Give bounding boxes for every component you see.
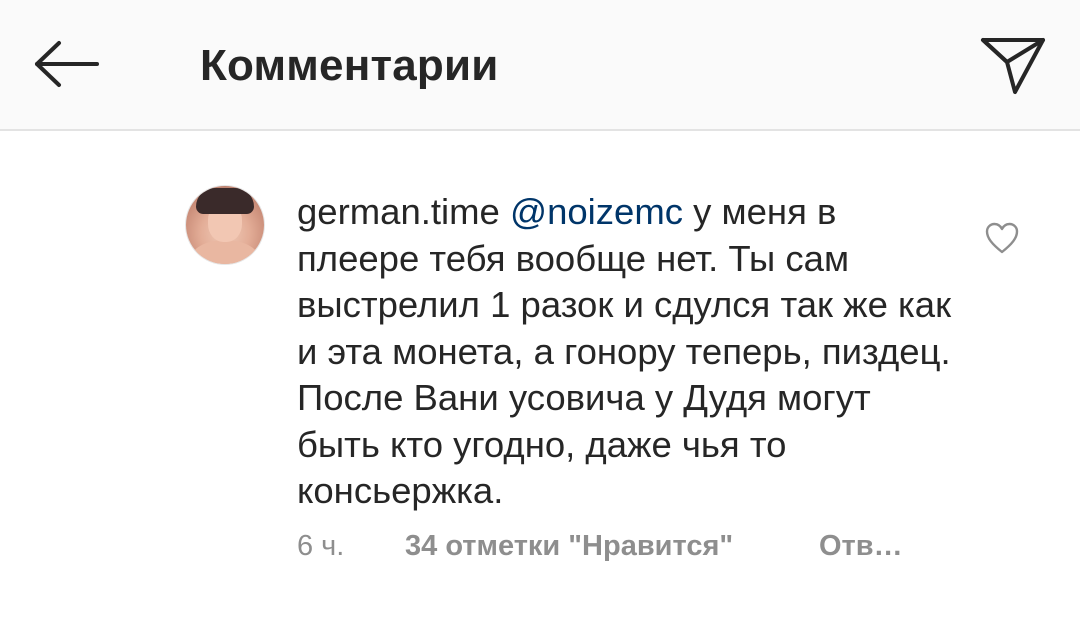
share-button[interactable] [974, 30, 1050, 100]
comment-text: у меня в плеере тебя вообще нет. Ты сам … [297, 191, 952, 511]
page-title: Комментарии [200, 41, 499, 90]
like-button[interactable] [984, 221, 1020, 255]
comment-time: 6 ч. [297, 530, 345, 562]
arrow-left-icon [35, 41, 99, 87]
app-header: Комментарии [0, 0, 1080, 131]
reply-button[interactable]: Отв… [819, 529, 903, 563]
back-button[interactable] [26, 34, 106, 94]
comment-body: german.time @noizemc у меня в плеере теб… [297, 189, 957, 515]
comment-username[interactable]: german.time [297, 191, 500, 232]
comment-item: german.time @noizemc у меня в плеере теб… [0, 131, 1080, 617]
comment-mention[interactable]: @noizemc [510, 191, 683, 232]
comment-likes-link[interactable]: 34 отметки "Нравится" [405, 529, 733, 563]
paper-plane-icon [981, 38, 1045, 94]
heart-outline-icon [985, 222, 1019, 254]
avatar[interactable] [186, 186, 264, 264]
